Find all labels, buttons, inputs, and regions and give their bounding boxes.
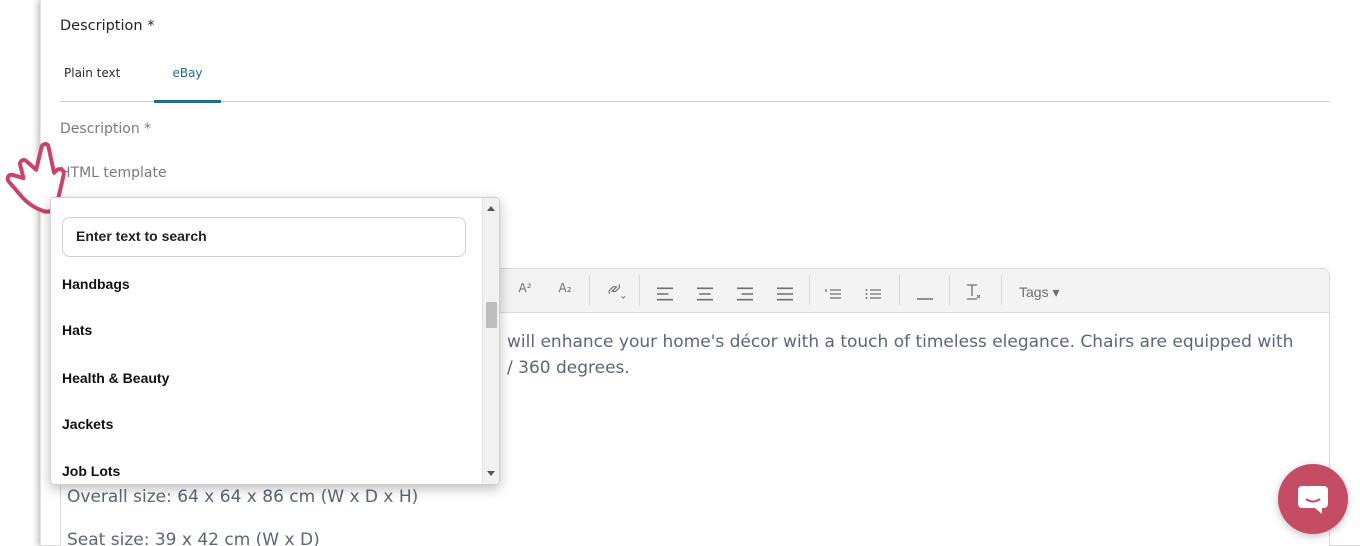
html-template-label: HTML template	[60, 165, 167, 181]
section-title: Description *	[60, 18, 155, 34]
chat-bubble-icon	[1298, 486, 1328, 514]
align-center-icon[interactable]	[697, 284, 713, 304]
scrollbar-thumb[interactable]	[486, 302, 497, 328]
tab-ebay[interactable]: eBay	[154, 66, 221, 103]
editor-text-line: will enhance your home's décor with a to…	[507, 332, 1294, 352]
bullet-list-icon[interactable]	[865, 284, 881, 304]
toolbar-divider	[1001, 275, 1002, 305]
clear-formatting-icon[interactable]	[965, 282, 981, 302]
numbered-list-icon[interactable]	[825, 284, 841, 304]
horizontal-rule-icon[interactable]	[917, 289, 933, 309]
editor-text-line: Seat size: 39 x 42 cm (W x D)	[67, 530, 320, 546]
toolbar-divider	[639, 275, 640, 305]
superscript-button[interactable]: A²	[517, 281, 533, 301]
toolbar-divider	[809, 275, 810, 305]
tags-dropdown[interactable]: Tags ▾	[1019, 284, 1060, 301]
chat-support-button[interactable]	[1278, 464, 1348, 534]
dropdown-option[interactable]: Job Lots	[62, 463, 120, 479]
dropdown-option[interactable]: Health & Beauty	[62, 370, 169, 386]
link-icon[interactable]	[605, 280, 629, 300]
toolbar-divider	[899, 275, 900, 305]
editor-text-line: / 360 degrees.	[507, 358, 630, 378]
scroll-up-arrow-icon[interactable]	[487, 206, 495, 211]
editor-text-line: Overall size: 64 x 64 x 86 cm (W x D x H…	[67, 487, 419, 507]
dropdown-option[interactable]: Jackets	[62, 416, 113, 432]
align-left-icon[interactable]	[657, 284, 673, 304]
dropdown-option[interactable]: Handbags	[62, 276, 130, 292]
tab-plain-text[interactable]: Plain text	[64, 66, 120, 102]
subscript-button[interactable]: A₂	[557, 281, 573, 301]
html-template-dropdown[interactable]: Enter text to search Handbags Hats Healt…	[50, 197, 500, 485]
toolbar-divider	[589, 275, 590, 305]
align-right-icon[interactable]	[737, 284, 753, 304]
description-tabs: Plain text eBay	[60, 66, 1330, 103]
scroll-down-arrow-icon[interactable]	[487, 471, 495, 476]
dropdown-scrollbar[interactable]	[482, 198, 499, 484]
align-justify-icon[interactable]	[777, 284, 793, 304]
toolbar-divider	[949, 275, 950, 305]
dropdown-option[interactable]: Hats	[62, 322, 92, 338]
template-search-input[interactable]: Enter text to search	[62, 217, 466, 257]
description-label: Description *	[60, 121, 152, 137]
